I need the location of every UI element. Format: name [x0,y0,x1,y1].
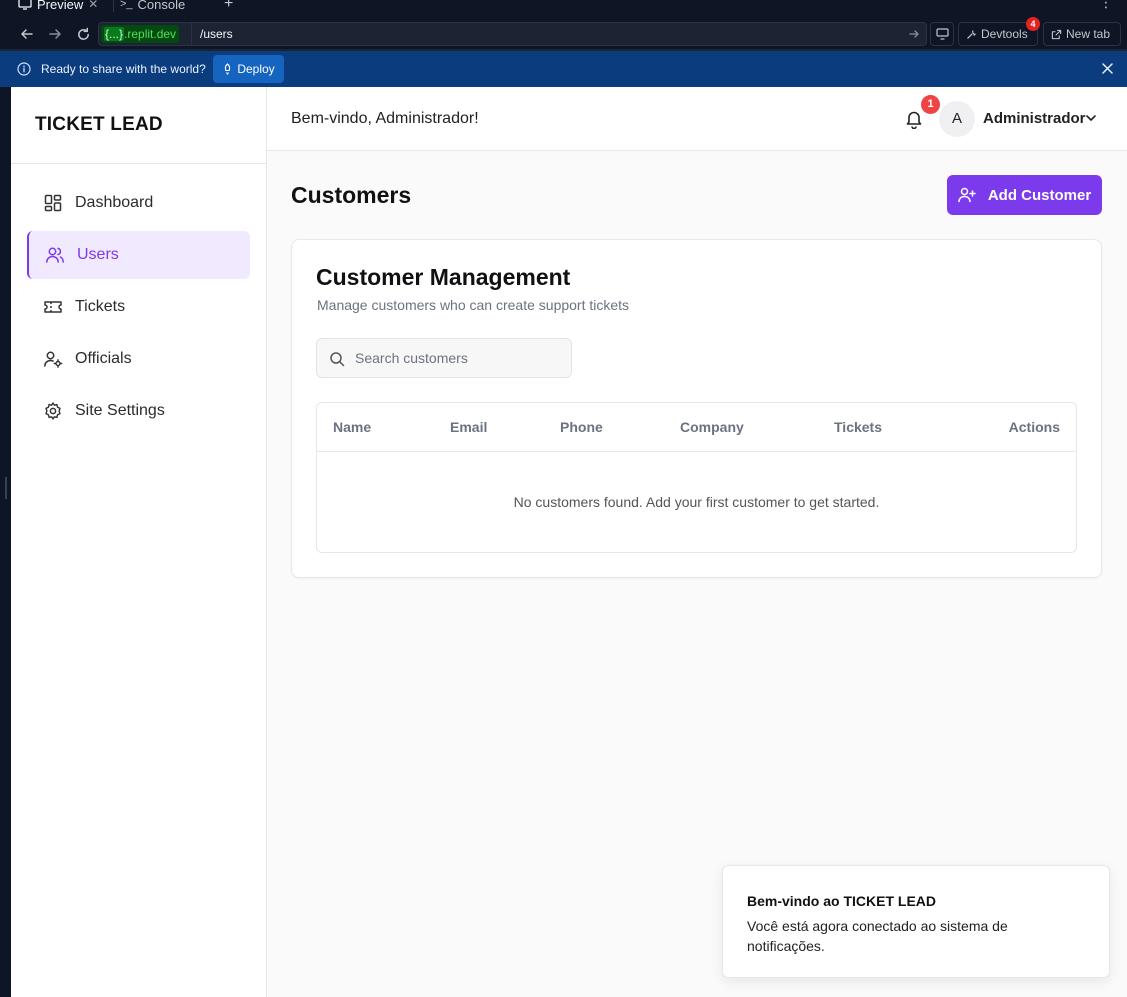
notification-badge: 1 [921,95,940,114]
resize-handle[interactable] [5,477,7,499]
tab-divider [113,0,114,12]
deploy-button[interactable]: Deploy [213,55,284,83]
column-header-company: Company [680,419,744,435]
search-box [316,338,572,378]
bell-icon[interactable] [905,109,925,130]
preview-tabstrip: Preview ✕ >_ Console + ⋮ [0,0,1127,18]
users-icon [45,245,65,265]
chevron-down-icon[interactable] [1084,111,1098,130]
search-input[interactable] [355,339,565,377]
sidebar: TICKET LEAD Dashboard Users Tickets Offi… [11,87,267,997]
column-header-phone: Phone [560,419,603,435]
url-domain: {...}.replit.dev [101,25,180,43]
page-title: Customers [291,182,412,208]
top-header: Bem-vindo, Administrador! 1 A Administra… [267,87,1127,151]
dashboard-icon [43,193,63,213]
column-header-actions: Actions [1008,419,1060,435]
sidebar-item-users[interactable]: Users [27,231,250,279]
reload-icon[interactable] [73,24,93,44]
sidebar-item-label: Officials [75,350,132,367]
add-customer-label: Add Customer [987,186,1092,204]
card-subtitle: Manage customers who can create support … [317,297,630,313]
url-domain-suffix: .replit.dev [124,27,177,41]
new-tab-button[interactable]: New tab [1043,22,1121,46]
tab-preview[interactable]: Preview ✕ [18,0,98,13]
add-customer-button[interactable]: Add Customer [947,175,1102,215]
close-icon[interactable] [1101,62,1114,80]
url-path: /users [200,27,233,41]
notification-toast[interactable]: Bem-vindo ao TICKET LEAD Você está agora… [722,865,1110,978]
toast-title: Bem-vindo ao TICKET LEAD [747,893,937,909]
customers-table: Name Email Phone Company Tickets Actions… [316,402,1077,553]
sidebar-menu: Dashboard Users Tickets Officials Site S… [27,179,250,439]
forward-arrow-icon[interactable] [45,24,65,44]
go-arrow-icon[interactable] [908,27,920,45]
sidebar-item-label: Users [77,246,119,263]
url-field[interactable]: {...}.replit.dev /users [98,22,927,46]
tab-label: Preview [37,0,84,12]
devtools-badge: 4 [1026,17,1040,31]
empty-state-message: No customers found. Add your first custo… [513,494,880,510]
card-title: Customer Management [316,264,571,290]
terminal-icon: >_ [120,0,133,10]
welcome-message: Bem-vindo, Administrador! [291,110,479,127]
user-cog-icon [43,349,63,369]
sidebar-item-tickets[interactable]: Tickets [27,283,250,331]
devtools-label: Devtools [981,27,1028,41]
external-link-icon [1051,29,1062,39]
user-plus-icon [958,187,976,203]
url-domain-token: {...} [104,27,125,41]
avatar[interactable]: A [939,101,975,137]
deploy-message: Ready to share with the world? [41,62,206,76]
column-header-name: Name [333,419,372,435]
ticket-icon [43,297,63,317]
close-tab-icon[interactable]: ✕ [88,0,98,11]
wrench-icon [967,29,977,39]
new-tab-label: New tab [1066,27,1111,41]
url-bar: {...}.replit.dev /users Devtools 4 New t… [0,17,1127,50]
sidebar-item-site-settings[interactable]: Site Settings [27,387,250,435]
column-header-email: Email [450,419,488,435]
customer-management-card: Customer Management Manage customers who… [291,239,1102,578]
screen-size-button[interactable] [930,22,954,46]
sidebar-item-dashboard[interactable]: Dashboard [27,179,250,227]
sidebar-item-label: Tickets [75,298,126,315]
deploy-label: Deploy [237,62,275,76]
tab-console[interactable]: >_ Console [120,0,185,13]
user-menu-name[interactable]: Administrador [983,87,1086,151]
url-separator [191,23,192,45]
more-options-icon[interactable]: ⋮ [1099,0,1113,11]
monitor-icon [18,0,32,10]
toast-body: Você está agora conectado ao sistema de … [747,918,1008,954]
sidebar-item-officials[interactable]: Officials [27,335,250,383]
search-icon [329,351,345,372]
deploy-banner: Ready to share with the world? Deploy [0,51,1127,87]
panel-resize-strip [0,87,11,997]
rocket-icon [225,63,231,75]
sidebar-item-label: Site Settings [75,402,165,419]
tab-label: Console [137,0,186,12]
table-header: Name Email Phone Company Tickets Actions [317,403,1076,452]
column-header-tickets: Tickets [834,419,882,435]
screen-icon [935,28,949,40]
info-icon [17,62,31,81]
new-tab-plus-icon[interactable]: + [224,0,233,13]
app-viewport: TICKET LEAD Dashboard Users Tickets Offi… [11,87,1127,997]
devtools-button[interactable]: Devtools 4 [958,17,1040,46]
brand-logo[interactable]: TICKET LEAD [11,87,266,164]
gear-icon [43,401,63,421]
back-arrow-icon[interactable] [17,24,37,44]
sidebar-item-label: Dashboard [75,194,154,211]
